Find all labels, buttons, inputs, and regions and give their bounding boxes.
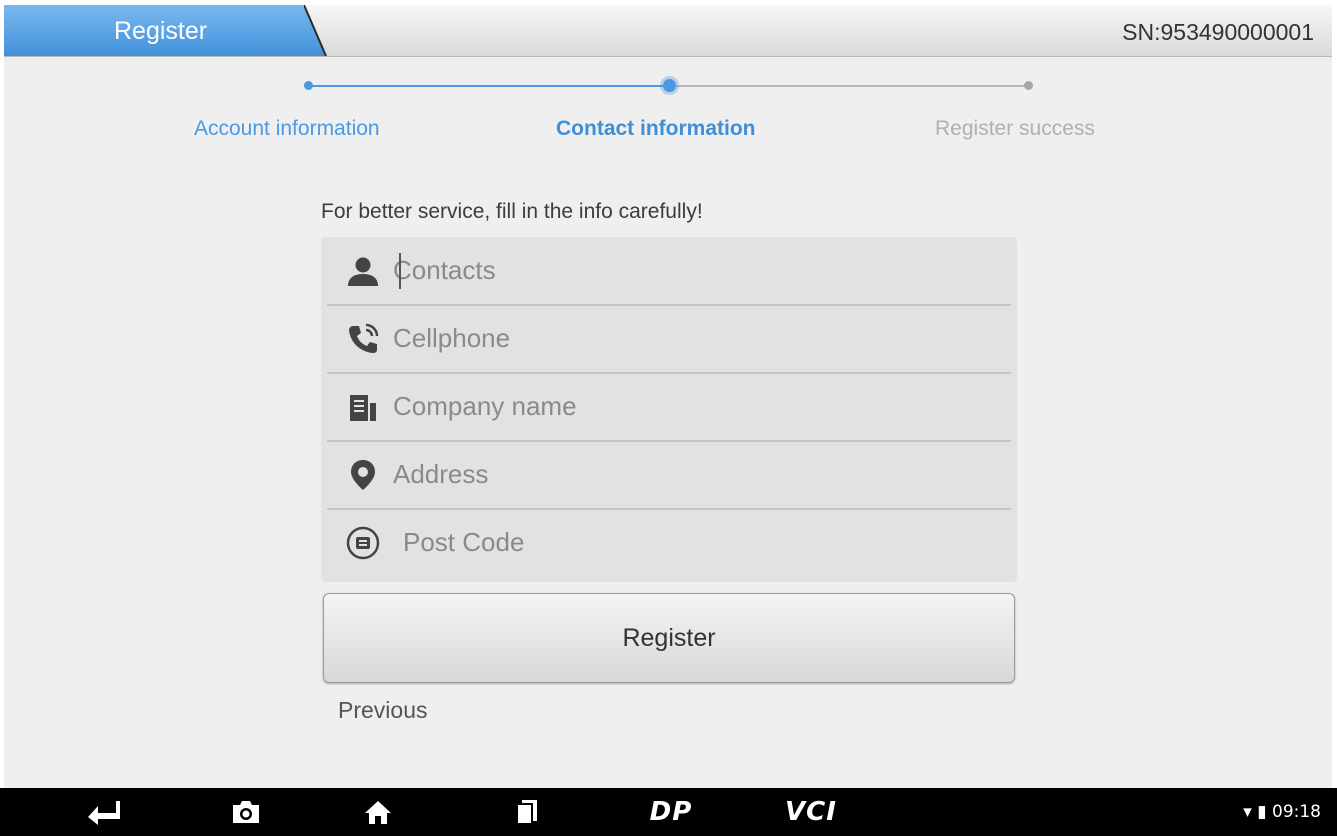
vci-button[interactable]: VCI	[776, 796, 846, 828]
recent-apps-button[interactable]	[512, 796, 542, 828]
dp-button[interactable]: DP	[636, 796, 706, 828]
wifi-icon: ▾	[1243, 802, 1252, 822]
step-line-completed	[308, 85, 670, 87]
dp-icon: DP	[649, 797, 693, 827]
contact-form	[321, 237, 1017, 582]
recent-apps-icon	[516, 800, 537, 825]
company-name-input[interactable]	[393, 387, 993, 425]
register-screen: Register SN:953490000001 Account informa…	[4, 5, 1332, 788]
address-input[interactable]	[393, 455, 993, 493]
title-bar: Register SN:953490000001	[4, 5, 1332, 57]
serial-number: SN:953490000001	[1122, 19, 1314, 45]
text-caret	[399, 253, 401, 289]
contacts-input[interactable]	[393, 251, 993, 289]
step-dot-account	[304, 81, 313, 90]
form-hint: For better service, fill in the info car…	[321, 200, 703, 223]
mailbox-icon	[346, 526, 380, 560]
home-button[interactable]	[360, 796, 396, 828]
home-icon	[365, 801, 391, 824]
contacts-field-row	[327, 237, 1011, 306]
step-dot-contact	[663, 79, 676, 92]
register-button[interactable]: Register	[323, 593, 1015, 683]
system-nav-bar: DP VCI ▾ ▮ 09:18	[0, 788, 1337, 836]
cellphone-field-row	[327, 305, 1011, 374]
postcode-field-row	[327, 509, 1011, 576]
company-field-row	[327, 373, 1011, 442]
step-label-success: Register success	[935, 117, 1095, 140]
vci-icon: VCI	[785, 797, 837, 827]
camera-button[interactable]	[228, 796, 264, 828]
page-title: Register	[114, 17, 208, 45]
building-icon	[350, 395, 376, 421]
location-pin-icon	[351, 460, 375, 490]
back-button[interactable]	[84, 796, 124, 828]
phone-icon	[349, 323, 379, 353]
cellphone-input[interactable]	[393, 319, 993, 357]
postcode-input[interactable]	[403, 523, 1003, 561]
person-icon	[348, 257, 378, 286]
step-dot-success	[1024, 81, 1033, 90]
previous-link[interactable]: Previous	[338, 697, 427, 724]
back-icon	[88, 801, 120, 825]
tab-edge-shadow	[304, 5, 327, 56]
step-line-pending	[670, 85, 1030, 87]
clock: 09:18	[1272, 802, 1321, 822]
status-area: ▾ ▮ 09:18	[1243, 802, 1321, 822]
step-label-contact: Contact information	[556, 117, 756, 140]
camera-icon	[233, 801, 259, 823]
address-field-row	[327, 441, 1011, 510]
battery-icon: ▮	[1257, 802, 1267, 822]
step-label-account: Account information	[194, 117, 380, 140]
